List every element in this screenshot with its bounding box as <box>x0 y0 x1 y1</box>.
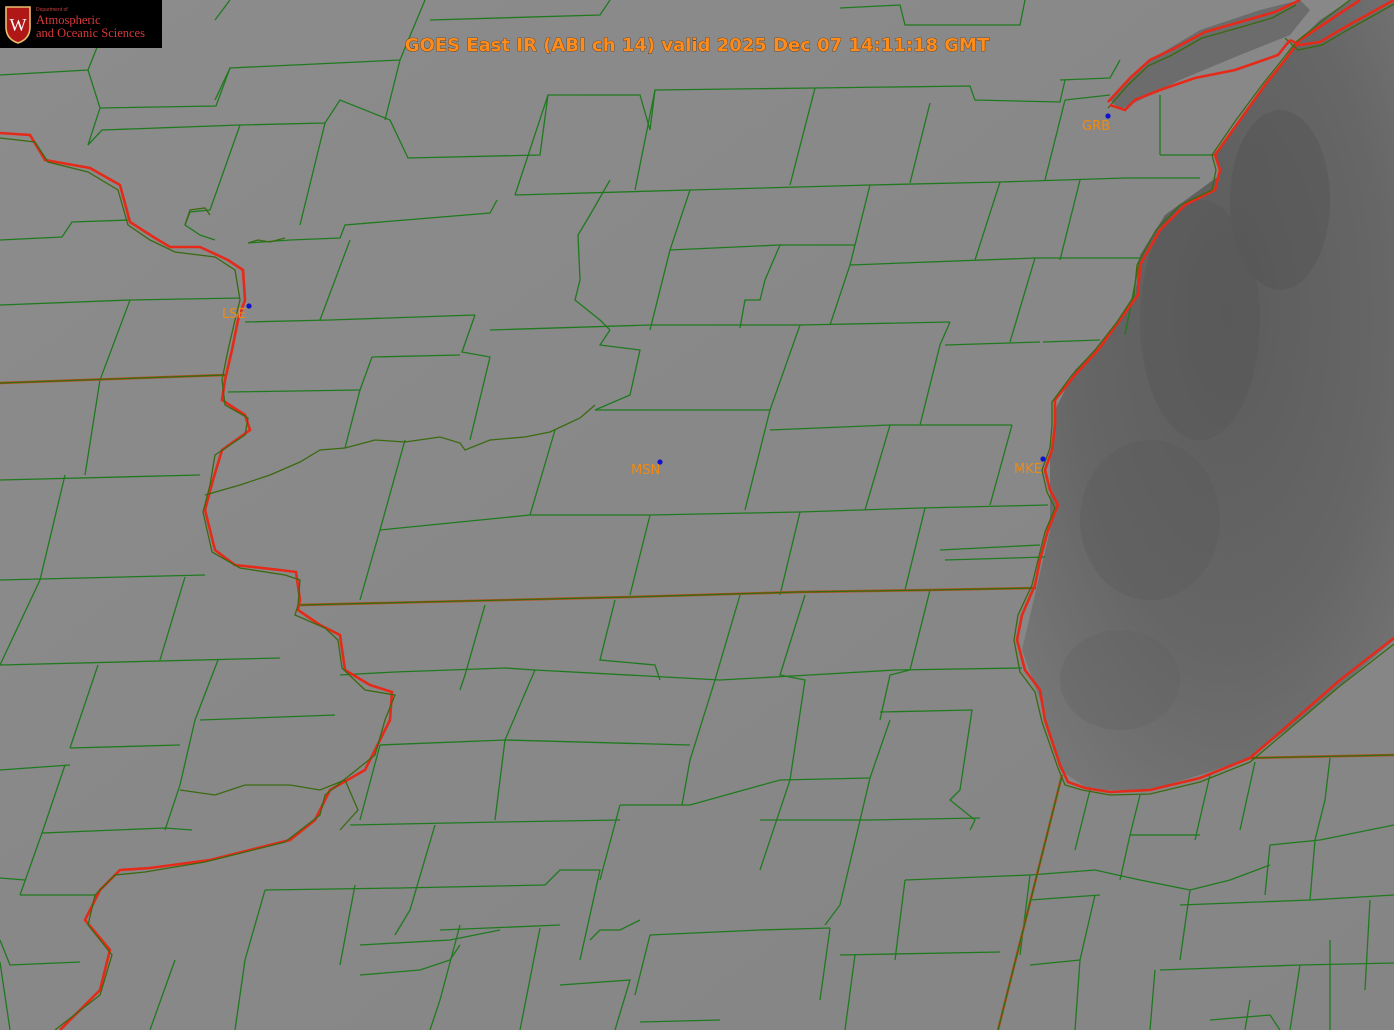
aos-logo: W Department of Atmospheric and Oceanic … <box>0 0 162 48</box>
station-label-msn: MSN <box>631 463 660 478</box>
station-label-grb: GRB <box>1082 119 1110 134</box>
logo-line-2: and Oceanic Sciences <box>36 25 145 40</box>
map-title: GOES East IR (ABI ch 14) valid 2025 Dec … <box>405 35 990 56</box>
logo-line-1: Atmospheric <box>36 12 101 27</box>
logo-text: Department of Atmospheric and Oceanic Sc… <box>36 7 145 40</box>
station-dot <box>1105 113 1111 119</box>
svg-text:W: W <box>10 15 27 35</box>
station-msn: MSN <box>631 459 663 478</box>
station-label-lse: LSE <box>222 307 246 322</box>
station-label-mke: MKE <box>1014 462 1042 477</box>
station-dot <box>1040 456 1046 462</box>
satellite-map: LSE MSN MKE GRB GOES East IR (ABI ch 14)… <box>0 0 1394 1030</box>
uw-crest-icon: W <box>5 6 31 44</box>
station-dot <box>246 303 252 309</box>
map-canvas: LSE MSN MKE GRB GOES East IR (ABI ch 14)… <box>0 0 1394 1030</box>
